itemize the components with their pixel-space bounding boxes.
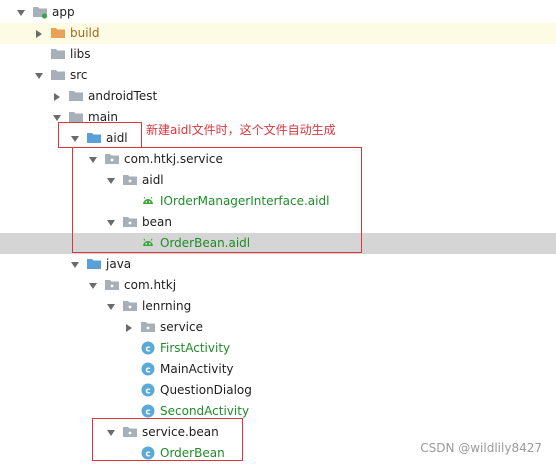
tree-item-label: QuestionDialog [160,383,252,397]
tree-item-label: SecondActivity [160,404,250,418]
tree-row[interactable]: c SecondActivity [0,401,556,422]
tree-row[interactable]: java [0,254,556,275]
tree-item-label: com.htkj [124,278,177,292]
class-icon: c [140,340,156,356]
tree-item-label: app [52,5,75,19]
expand-arrow-down-icon[interactable] [88,280,98,290]
tree-row[interactable]: libs [0,44,556,65]
class-icon: c [140,382,156,398]
tree-row[interactable]: app [0,2,556,23]
expand-arrow-right-icon[interactable] [124,322,134,332]
expand-arrow-down-icon[interactable] [106,301,116,311]
package-icon [122,298,138,314]
watermark: CSDN @wildlily8427 [420,441,542,455]
orange-folder-icon [50,25,66,41]
package-icon [104,277,120,293]
package-icon [140,319,156,335]
tree-item-label: MainActivity [160,362,234,376]
annotation-box-service-bean [92,418,243,461]
folder-icon [50,46,66,62]
annotation-box-aidl-folder [58,122,142,148]
tree-item-label: libs [70,47,91,61]
tree-item-label: androidTest [88,89,158,103]
svg-text:c: c [145,408,150,418]
class-icon: c [140,361,156,377]
tree-item-label: service [160,320,203,334]
tree-row[interactable]: androidTest [0,86,556,107]
tree-row[interactable]: build [0,23,556,44]
module-folder-icon [32,4,48,20]
blue-folder-icon [86,256,102,272]
svg-text:c: c [145,366,150,376]
annotation-box-aidl-contents [72,147,362,253]
svg-text:c: c [145,345,150,355]
expand-arrow-down-icon[interactable] [52,112,62,122]
expand-arrow-down-icon[interactable] [16,7,26,17]
tree-row[interactable]: src [0,65,556,86]
expand-arrow-down-icon[interactable] [70,259,80,269]
folder-icon [68,88,84,104]
tree-row[interactable]: com.htkj [0,275,556,296]
tree-item-label: build [70,26,100,40]
tree-row[interactable]: c MainActivity [0,359,556,380]
tree-row[interactable]: service [0,317,556,338]
tree-item-label: java [106,257,132,271]
svg-text:c: c [145,387,150,397]
folder-icon [50,67,66,83]
tree-row[interactable]: c QuestionDialog [0,380,556,401]
tree-item-label: lenrning [142,299,192,313]
tree-item-label: FirstActivity [160,341,231,355]
tree-row[interactable]: service.bean [0,422,556,443]
class-icon: c [140,403,156,419]
tree-row[interactable]: c FirstActivity [0,338,556,359]
expand-arrow-down-icon[interactable] [34,70,44,80]
expand-arrow-right-icon[interactable] [52,91,62,101]
annotation-note: 新建aidl文件时，这个文件自动生成 [146,123,336,137]
expand-arrow-right-icon[interactable] [34,28,44,38]
tree-row[interactable]: lenrning [0,296,556,317]
tree-item-label: src [70,68,88,82]
